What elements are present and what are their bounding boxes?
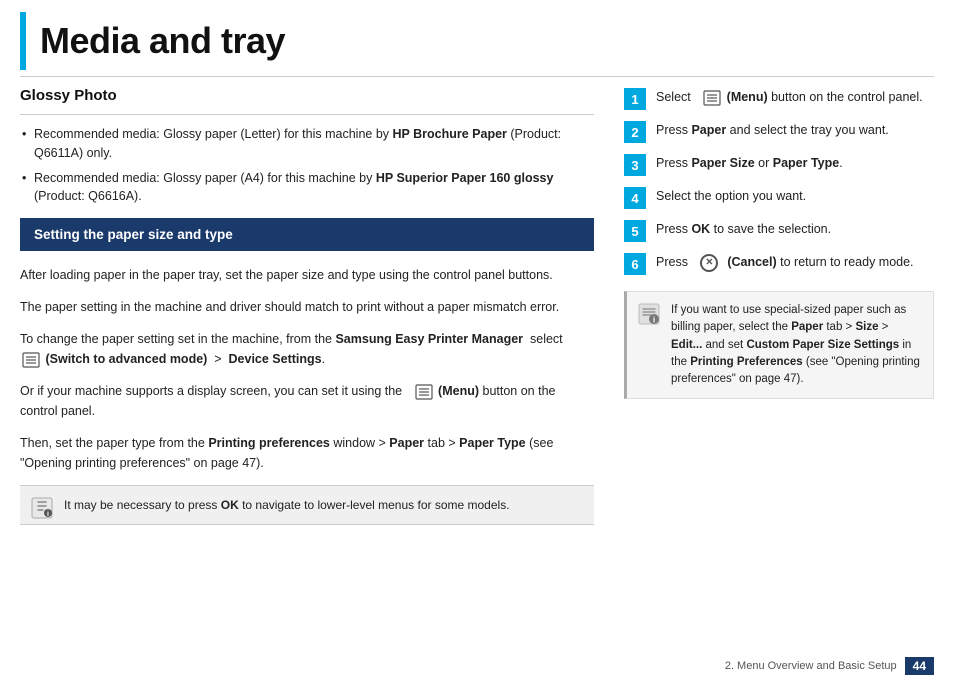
step-number-4: 4 xyxy=(624,187,646,209)
bullet-text-2: Recommended media: Glossy paper (A4) for… xyxy=(34,171,553,204)
step-item-6: 6 Press (Cancel) to return to ready mode… xyxy=(624,252,934,275)
menu-icon-step1 xyxy=(703,90,721,106)
list-item: Recommended media: Glossy paper (Letter)… xyxy=(20,125,594,163)
page-header: Media and tray xyxy=(20,12,934,70)
step-number-1: 1 xyxy=(624,88,646,110)
step-item-1: 1 Select (Menu) button on the control pa… xyxy=(624,87,934,110)
step-item-3: 3 Press Paper Size or Paper Type. xyxy=(624,153,934,176)
step-text-6: Press (Cancel) to return to ready mode. xyxy=(656,252,914,272)
step-number-3: 3 xyxy=(624,154,646,176)
step-item-5: 5 Press OK to save the selection. xyxy=(624,219,934,242)
step-text-1: Select (Menu) button on the control pane… xyxy=(656,87,923,107)
info-note-text: If you want to use special-sized paper s… xyxy=(671,304,920,385)
step-item-4: 4 Select the option you want. xyxy=(624,186,934,209)
para-1: After loading paper in the paper tray, s… xyxy=(20,265,594,285)
note-box: i It may be necessary to press OK to nav… xyxy=(20,485,594,525)
glossy-bullet-list: Recommended media: Glossy paper (Letter)… xyxy=(20,125,594,206)
bullet-text-1: Recommended media: Glossy paper (Letter)… xyxy=(34,127,561,160)
right-column: 1 Select (Menu) button on the control pa… xyxy=(624,87,934,525)
step-text-5: Press OK to save the selection. xyxy=(656,219,831,239)
page-container: Media and tray Glossy Photo Recommended … xyxy=(0,12,954,687)
left-column: Glossy Photo Recommended media: Glossy p… xyxy=(20,87,594,525)
page-title: Media and tray xyxy=(40,20,934,62)
setting-section-header: Setting the paper size and type xyxy=(20,218,594,251)
footer-text: 2. Menu Overview and Basic Setup xyxy=(725,660,897,672)
step-text-3: Press Paper Size or Paper Type. xyxy=(656,153,843,173)
step-item-2: 2 Press Paper and select the tray you wa… xyxy=(624,120,934,143)
page-footer: 2. Menu Overview and Basic Setup 44 xyxy=(725,657,934,675)
note-text: It may be necessary to press OK to navig… xyxy=(64,498,510,512)
step-number-2: 2 xyxy=(624,121,646,143)
svg-text:i: i xyxy=(653,316,655,325)
page-number-badge: 44 xyxy=(905,657,934,675)
header-divider xyxy=(20,76,934,77)
menu-icon-inline-2 xyxy=(415,384,433,400)
para-4: Or if your machine supports a display sc… xyxy=(20,381,594,421)
info-note-icon: i xyxy=(637,302,661,326)
para-5: Then, set the paper type from the Printi… xyxy=(20,433,594,473)
list-item: Recommended media: Glossy paper (A4) for… xyxy=(20,169,594,207)
para-3: To change the paper setting set in the m… xyxy=(20,329,594,369)
content-columns: Glossy Photo Recommended media: Glossy p… xyxy=(0,87,954,525)
glossy-photo-heading: Glossy Photo xyxy=(20,87,594,104)
svg-text:i: i xyxy=(47,511,49,518)
glossy-divider xyxy=(20,114,594,115)
menu-icon-inline xyxy=(22,352,40,368)
step-number-5: 5 xyxy=(624,220,646,242)
para-2: The paper setting in the machine and dri… xyxy=(20,297,594,317)
step-text-4: Select the option you want. xyxy=(656,186,806,206)
step-text-2: Press Paper and select the tray you want… xyxy=(656,120,889,140)
step-list: 1 Select (Menu) button on the control pa… xyxy=(624,87,934,275)
cancel-icon xyxy=(700,254,718,272)
note-icon: i xyxy=(30,496,54,520)
info-note-box: i If you want to use special-sized paper… xyxy=(624,291,934,399)
step-number-6: 6 xyxy=(624,253,646,275)
